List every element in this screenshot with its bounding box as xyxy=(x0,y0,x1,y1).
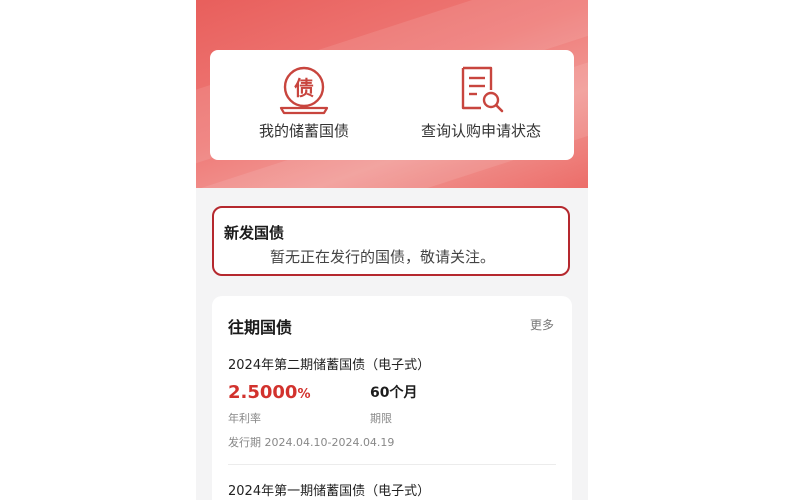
query-status-label: 查询认购申请状态 xyxy=(420,122,541,140)
quick-actions-card: 债 我的储蓄国债 查询认购申请状态 xyxy=(210,50,574,160)
bond-name: 2024年第一期储蓄国债（电子式） xyxy=(228,484,431,499)
new-bonds-title: 新发国债 xyxy=(224,224,285,242)
rate-unit: % xyxy=(297,387,311,402)
issue-period: 发行期 2024.04.10-2024.04.19 xyxy=(228,436,395,449)
term-label: 期限 xyxy=(370,412,392,425)
document-search-icon xyxy=(461,66,504,113)
past-bonds-title: 往期国债 xyxy=(228,318,293,337)
new-bonds-message: 暂无正在发行的国债，敬请关注。 xyxy=(270,248,496,266)
query-application-status-button[interactable]: 查询认购申请状态 xyxy=(406,64,556,141)
new-bonds-section: 新发国债 暂无正在发行的国债，敬请关注。 xyxy=(212,206,570,276)
my-bonds-button[interactable]: 债 我的储蓄国债 xyxy=(244,64,364,141)
bond-name: 2024年第二期储蓄国债（电子式） xyxy=(228,358,431,373)
rate-number: 2.5000 xyxy=(228,382,298,403)
bond-seal-icon: 债 xyxy=(279,66,329,115)
app-screen: 债 我的储蓄国债 查询认购申请状态 新发国债 暂无正在发行的国债，敬请关注。 往… xyxy=(196,0,588,500)
past-bonds-section: 往期国债 更多 2024年第二期储蓄国债（电子式） 2.5000% 60个月 年… xyxy=(212,296,572,500)
my-bonds-label: 我的储蓄国债 xyxy=(258,122,349,140)
term-value: 60个月 xyxy=(370,385,418,401)
bond-seal-glyph: 债 xyxy=(294,76,314,100)
more-link[interactable]: 更多 xyxy=(530,316,554,333)
annual-rate-value: 2.5000% xyxy=(228,382,311,403)
list-divider xyxy=(228,464,556,465)
annual-rate-label: 年利率 xyxy=(228,412,261,425)
